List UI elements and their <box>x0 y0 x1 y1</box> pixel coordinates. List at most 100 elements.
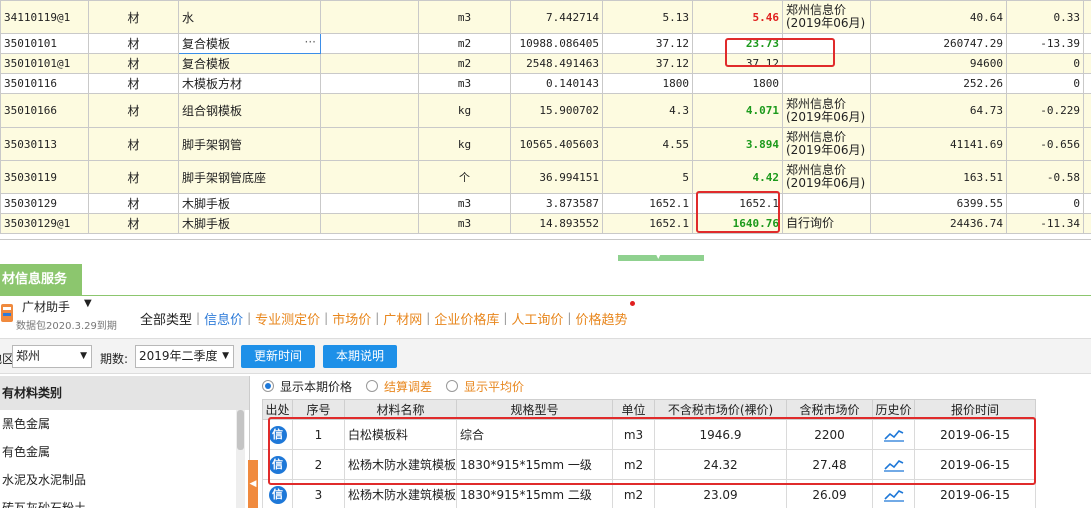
material-code[interactable]: 35010101@1 <box>0 53 89 74</box>
material-type[interactable]: 材 <box>88 73 179 94</box>
info-badge-icon[interactable]: 信 <box>268 455 287 474</box>
material-row[interactable]: 35010101 材 复合模板 ··· m2 10988.086405 37.12 23.73… <box>0 33 1091 54</box>
region-select[interactable]: 郑州 ▼ <box>12 345 92 368</box>
material-name[interactable]: 脚手架钢管底座 <box>178 160 321 194</box>
row-price-inc-tax[interactable]: 27.48 <box>786 449 873 480</box>
material-type[interactable]: 材 <box>88 127 179 161</box>
material-unit[interactable]: kg <box>418 93 511 128</box>
source-cell[interactable]: 信 <box>262 419 293 450</box>
category-item[interactable]: 水泥及水泥制品 <box>0 466 249 494</box>
material-row[interactable]: 35010166 材 组合钢模板 kg 15.900702 4.3 4.071 郑州信息价(2… <box>0 93 1091 128</box>
material-row[interactable]: 35030129 材 木脚手板 m3 3.873587 1652.1 1652.1 6399.… <box>0 193 1091 214</box>
material-code[interactable]: 35030129@1 <box>0 213 89 234</box>
market-amount[interactable]: 24436.74 <box>870 213 1007 234</box>
row-unit[interactable]: m2 <box>612 449 655 480</box>
tab-all-types[interactable]: 全部类型 <box>136 309 196 328</box>
material-unit[interactable]: m3 <box>418 213 511 234</box>
price-source[interactable] <box>782 193 871 214</box>
material-unit[interactable]: 个 <box>418 160 511 194</box>
col-header-spec[interactable]: 规格型号 <box>456 399 613 420</box>
material-code[interactable]: 35010101 <box>0 33 89 54</box>
tab-manual-inquiry[interactable]: 人工询价 <box>507 309 567 328</box>
radio-icon[interactable] <box>446 380 459 392</box>
history-cell[interactable] <box>872 479 915 508</box>
option-current-price[interactable]: 显示本期价格 <box>262 378 352 395</box>
material-qty[interactable]: 15.900702 <box>510 93 603 128</box>
radio-selected-icon[interactable] <box>262 380 274 392</box>
category-item[interactable]: 黑色金属 <box>0 410 249 438</box>
row-price-inc-tax[interactable]: 2200 <box>786 419 873 450</box>
row-name[interactable]: 松杨木防水建筑模板 <box>344 479 457 508</box>
material-qty[interactable]: 2548.491463 <box>510 53 603 74</box>
history-cell[interactable] <box>872 449 915 480</box>
material-row[interactable]: 35010101@1 材 复合模板 m2 2548.491463 37.12 37.12 94… <box>0 53 1091 74</box>
info-badge-icon[interactable]: 信 <box>268 425 287 444</box>
tab-price-trend[interactable]: 价格趋势 <box>571 300 636 328</box>
market-amount[interactable]: 94600 <box>870 53 1007 74</box>
assistant-header[interactable]: 广材助手 ▼ 数据包2020.3.29到期 <box>0 298 130 332</box>
market-amount[interactable]: 163.51 <box>870 160 1007 194</box>
material-row[interactable]: 35010116 材 木模板方材 m3 0.140143 1800 1800 252.26 0 <box>0 73 1091 94</box>
col-header-history[interactable]: 历史价 <box>872 399 915 420</box>
panel-splitter[interactable]: ▾ <box>618 252 704 262</box>
market-amount[interactable]: 6399.55 <box>870 193 1007 214</box>
price-source[interactable]: 自行询价 <box>782 213 871 234</box>
price-row[interactable]: 信 2 松杨木防水建筑模板 1830*915*15mm 一级 m2 24.32 27.48 2… <box>262 449 1036 480</box>
caret-down-icon[interactable]: ▼ <box>84 298 92 309</box>
material-unit[interactable]: m3 <box>418 0 511 34</box>
row-filler[interactable] <box>1083 160 1091 194</box>
option-settlement-adjust[interactable]: 结算调差 <box>366 378 432 395</box>
source-cell[interactable]: 信 <box>262 479 293 508</box>
market-amount[interactable]: 260747.29 <box>870 33 1007 54</box>
budget-price[interactable]: 5.13 <box>602 0 693 34</box>
material-qty[interactable]: 14.893552 <box>510 213 603 234</box>
category-item[interactable]: 有色金属 <box>0 438 249 466</box>
material-code[interactable]: 35030119 <box>0 160 89 194</box>
row-price-ex-tax[interactable]: 23.09 <box>654 479 787 508</box>
col-header-unit[interactable]: 单位 <box>612 399 655 420</box>
material-spec[interactable] <box>320 213 419 234</box>
material-row[interactable]: 35030113 材 脚手架钢管 kg 10565.405603 4.55 3.894 郑州信… <box>0 127 1091 161</box>
material-type[interactable]: 材 <box>88 213 179 234</box>
price-source[interactable]: 郑州信息价(2019年06月) <box>782 127 871 161</box>
row-price-ex-tax[interactable]: 1946.9 <box>654 419 787 450</box>
row-no[interactable]: 3 <box>292 479 345 508</box>
row-no[interactable]: 1 <box>292 419 345 450</box>
material-unit[interactable]: m3 <box>418 73 511 94</box>
row-filler[interactable] <box>1083 127 1091 161</box>
material-qty[interactable]: 0.140143 <box>510 73 603 94</box>
material-code[interactable]: 35010116 <box>0 73 89 94</box>
material-unit[interactable]: m2 <box>418 33 511 54</box>
material-spec[interactable] <box>320 0 419 34</box>
material-name[interactable]: 脚手架钢管 <box>178 127 321 161</box>
market-price[interactable]: 37.12 <box>692 53 783 74</box>
material-unit[interactable]: m3 <box>418 193 511 214</box>
trend-chart-icon[interactable] <box>883 428 905 442</box>
price-source[interactable] <box>782 73 871 94</box>
col-header-date[interactable]: 报价时间 <box>914 399 1036 420</box>
material-type[interactable]: 材 <box>88 93 179 128</box>
material-name[interactable]: 木模板方材 <box>178 73 321 94</box>
material-qty[interactable]: 36.994151 <box>510 160 603 194</box>
budget-price[interactable]: 37.12 <box>602 33 693 54</box>
budget-price[interactable]: 4.55 <box>602 127 693 161</box>
material-type[interactable]: 材 <box>88 160 179 194</box>
trend-chart-icon[interactable] <box>883 488 905 502</box>
budget-price[interactable]: 4.3 <box>602 93 693 128</box>
row-unit[interactable]: m3 <box>612 419 655 450</box>
col-header-price-inc-tax[interactable]: 含税市场价 <box>786 399 873 420</box>
material-type[interactable]: 材 <box>88 53 179 74</box>
material-row[interactable]: 35030129@1 材 木脚手板 m3 14.893552 1652.1 1640.76 自… <box>0 213 1091 234</box>
material-row[interactable]: 34110119@1 材 水 m3 7.442714 5.13 5.46 郑州信息价(2019… <box>0 0 1091 34</box>
info-badge-icon[interactable]: 信 <box>268 485 287 504</box>
price-source[interactable]: 郑州信息价(2019年06月) <box>782 160 871 194</box>
price-diff[interactable]: -13.39 <box>1006 33 1084 54</box>
budget-price[interactable]: 37.12 <box>602 53 693 74</box>
row-filler[interactable] <box>1083 0 1091 34</box>
tab-professional-price[interactable]: 专业测定价 <box>251 309 324 328</box>
scrollbar-thumb[interactable] <box>237 410 244 450</box>
material-spec[interactable] <box>320 160 419 194</box>
market-price[interactable]: 1652.1 <box>692 193 783 214</box>
material-code[interactable]: 35030129 <box>0 193 89 214</box>
price-source[interactable] <box>782 33 871 54</box>
